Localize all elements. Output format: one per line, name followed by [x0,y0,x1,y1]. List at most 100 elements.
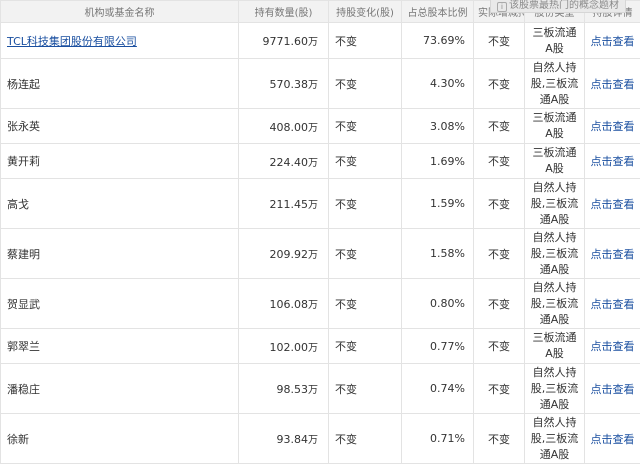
table-row: 郭翠兰 102.00万 不变 0.77% 不变 三板流通A股 点击查看 [1,329,640,364]
actual-change: 不变 [474,59,525,109]
holding-unit: 万 [308,250,318,261]
table-row: 潘稳庄 98.53万 不变 0.74% 不变 自然人持股,三板流通A股 点击查看 [1,364,640,414]
holding-ratio: 3.08% [402,109,474,144]
holder-name: 杨连起 [1,59,239,109]
header-institution: 机构或基金名称 [1,1,239,23]
detail-link[interactable]: 点击查看 [585,179,640,229]
holder-name: 黄开莉 [1,144,239,179]
holding-ratio: 73.69% [402,23,474,59]
holding-unit: 万 [308,200,318,211]
actual-change: 不变 [474,179,525,229]
holding-cell: 9771.60万 [239,23,329,59]
holding-unit: 万 [308,435,318,446]
share-type: 自然人持股,三板流通A股 [525,414,585,464]
holder-name: 张永英 [1,109,239,144]
table-row: 徐新 93.84万 不变 0.71% 不变 自然人持股,三板流通A股 点击查看 [1,414,640,464]
holding-change: 不变 [329,179,402,229]
share-type: 自然人持股,三板流通A股 [525,279,585,329]
actual-change: 不变 [474,414,525,464]
shareholder-table: 机构或基金名称 持有数量(股) 持股变化(股) 占总股本比例 实际增减持 股份类… [0,0,640,464]
holding-cell: 93.84万 [239,414,329,464]
holding-ratio: 0.80% [402,279,474,329]
table-row: 蔡建明 209.92万 不变 1.58% 不变 自然人持股,三板流通A股 点击查… [1,229,640,279]
holding-value: 98.53 [277,383,309,396]
share-type: 自然人持股,三板流通A股 [525,179,585,229]
holding-change: 不变 [329,109,402,144]
holding-unit: 万 [308,343,318,354]
tooltip-text: 该股票最热门的概念题材 [509,0,619,11]
holding-value: 93.84 [277,433,309,446]
detail-link[interactable]: 点击查看 [585,109,640,144]
header-change: 持股变化(股) [329,1,402,23]
table-row: 杨连起 570.38万 不变 4.30% 不变 自然人持股,三板流通A股 点击查… [1,59,640,109]
holding-value: 102.00 [270,341,309,354]
holding-unit: 万 [308,37,318,48]
detail-link[interactable]: 点击查看 [585,279,640,329]
share-type: 三板流通A股 [525,109,585,144]
holding-ratio: 1.58% [402,229,474,279]
holding-value: 211.45 [270,198,309,211]
holder-name: 贺显武 [1,279,239,329]
holding-change: 不变 [329,279,402,329]
holding-value: 408.00 [270,121,309,134]
holding-ratio: 0.71% [402,414,474,464]
holding-cell: 209.92万 [239,229,329,279]
share-type: 三板流通A股 [525,329,585,364]
share-type: 三板流通A股 [525,23,585,59]
actual-change: 不变 [474,364,525,414]
header-ratio: 占总股本比例 [402,1,474,23]
detail-link[interactable]: 点击查看 [585,144,640,179]
actual-change: 不变 [474,144,525,179]
holding-value: 106.08 [270,298,309,311]
holder-name: TCL科技集团股份有限公司 [1,23,239,59]
holding-cell: 98.53万 [239,364,329,414]
detail-link[interactable]: 点击查看 [585,229,640,279]
holding-cell: 224.40万 [239,144,329,179]
holding-change: 不变 [329,23,402,59]
share-type: 自然人持股,三板流通A股 [525,229,585,279]
actual-change: 不变 [474,23,525,59]
header-holding: 持有数量(股) [239,1,329,23]
holder-name: 高戈 [1,179,239,229]
holding-cell: 408.00万 [239,109,329,144]
actual-change: 不变 [474,229,525,279]
share-type: 自然人持股,三板流通A股 [525,364,585,414]
table-row: 贺显武 106.08万 不变 0.80% 不变 自然人持股,三板流通A股 点击查… [1,279,640,329]
holding-change: 不变 [329,59,402,109]
detail-link[interactable]: 点击查看 [585,414,640,464]
detail-link[interactable]: 点击查看 [585,59,640,109]
share-type: 自然人持股,三板流通A股 [525,59,585,109]
actual-change: 不变 [474,329,525,364]
table-row: 张永英 408.00万 不变 3.08% 不变 三板流通A股 点击查看 [1,109,640,144]
holding-ratio: 0.74% [402,364,474,414]
holder-name: 蔡建明 [1,229,239,279]
holder-name: 徐新 [1,414,239,464]
holding-change: 不变 [329,364,402,414]
holding-value: 570.38 [270,78,309,91]
holder-name-link[interactable]: TCL科技集团股份有限公司 [7,35,137,48]
holding-ratio: 1.69% [402,144,474,179]
holding-unit: 万 [308,80,318,91]
holding-ratio: 1.59% [402,179,474,229]
holding-unit: 万 [308,158,318,169]
holding-change: 不变 [329,229,402,279]
table-row: 黄开莉 224.40万 不变 1.69% 不变 三板流通A股 点击查看 [1,144,640,179]
holding-value: 224.40 [270,156,309,169]
holding-change: 不变 [329,329,402,364]
detail-link[interactable]: 点击查看 [585,364,640,414]
holding-ratio: 4.30% [402,59,474,109]
concept-tooltip: i该股票最热门的概念题材 [490,0,626,13]
share-type: 三板流通A股 [525,144,585,179]
holding-unit: 万 [308,123,318,134]
detail-link[interactable]: 点击查看 [585,329,640,364]
holding-value: 209.92 [270,248,309,261]
table-row: 高戈 211.45万 不变 1.59% 不变 自然人持股,三板流通A股 点击查看 [1,179,640,229]
actual-change: 不变 [474,109,525,144]
holding-unit: 万 [308,385,318,396]
holding-change: 不变 [329,144,402,179]
detail-link[interactable]: 点击查看 [585,23,640,59]
holder-name: 郭翠兰 [1,329,239,364]
holding-cell: 106.08万 [239,279,329,329]
holding-cell: 570.38万 [239,59,329,109]
holding-unit: 万 [308,300,318,311]
